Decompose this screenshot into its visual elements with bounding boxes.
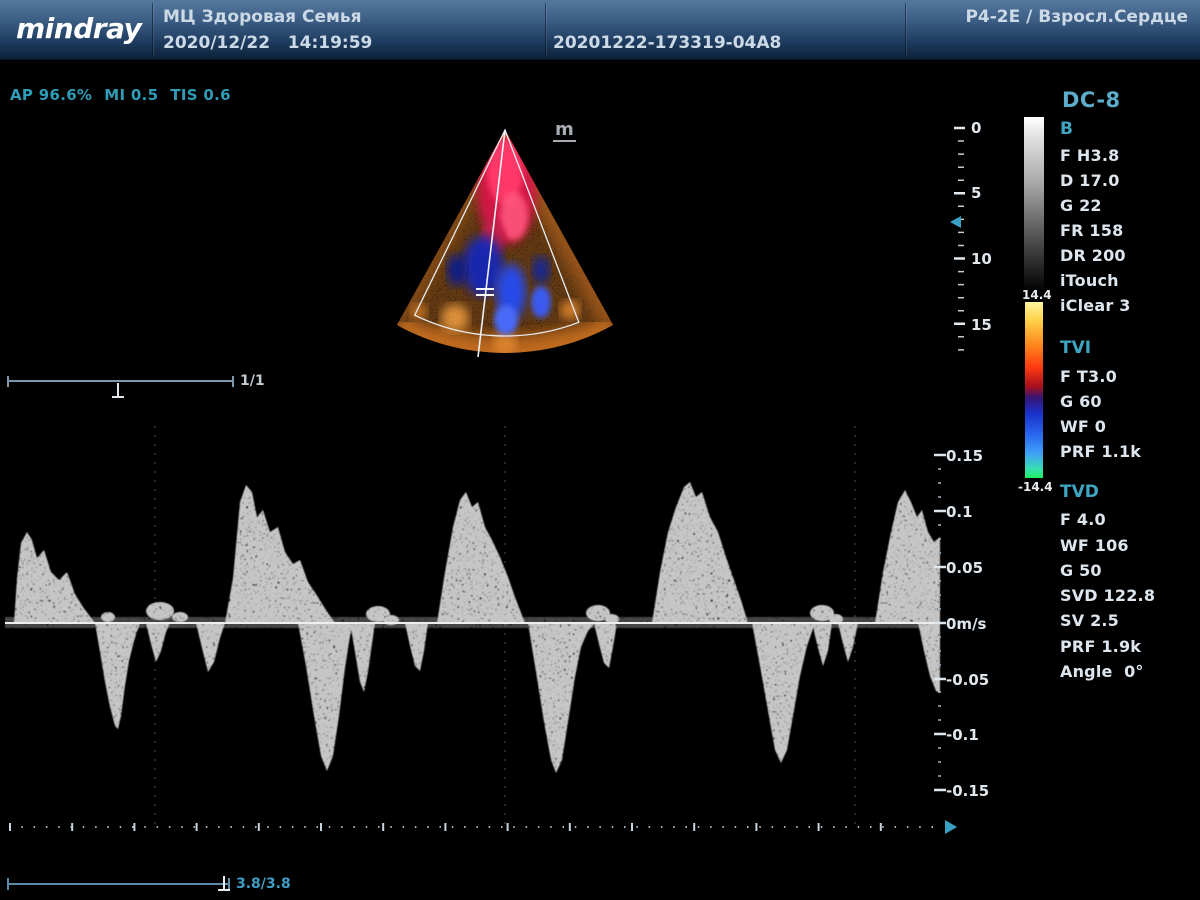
vel-label-01: 0.1 [946, 503, 973, 521]
tvi-scale-max: 14.4 [1022, 288, 1052, 302]
tvd-param-sv: SV 2.5 [1060, 611, 1119, 630]
depth-label-5: 5 [971, 184, 981, 202]
depth-label-10: 10 [971, 250, 992, 268]
exam-datetime: 2020/12/22 14:19:59 [163, 33, 372, 53]
tvd-param-gain: G 50 [1060, 561, 1102, 580]
ultrasound-screen: mindray МЦ Здоровая Семья 2020/12/22 14:… [0, 0, 1200, 900]
b-param-frequency: F H3.8 [1060, 146, 1119, 165]
exam-id: 20201222-173319-04A8 [553, 33, 781, 53]
header-divider [905, 3, 906, 56]
tvd-waveform [5, 482, 940, 773]
tvi-param-frequency: F T3.0 [1060, 367, 1117, 386]
b-param-dynamic-range: DR 200 [1060, 246, 1126, 265]
tvi-param-prf: PRF 1.1k [1060, 442, 1141, 461]
tis-value: TIS 0.6 [170, 86, 231, 104]
depth-label-15: 15 [971, 316, 992, 334]
tvi-color-map-bar [1025, 302, 1043, 478]
tvd-mode-header: TVD [1060, 482, 1099, 502]
vel-label-015: 0.15 [946, 447, 983, 465]
image-cine-position: 1/1 [240, 373, 265, 389]
acoustic-output-status: AP 96.6% MI 0.5 TIS 0.6 [10, 86, 243, 104]
trace-cine-position: 3.8/3.8 [236, 876, 291, 892]
ultrasound-sector-image [355, 118, 665, 366]
tvi-mode-header: TVI [1060, 338, 1091, 358]
probe-preset: P4-2E / Взросл.Сердце [965, 7, 1188, 27]
mi-value: MI 0.5 [104, 86, 158, 104]
time-tick-ruler [5, 816, 965, 840]
clinic-name: МЦ Здоровая Семья [163, 7, 362, 27]
tvi-param-wall-filter: WF 0 [1060, 417, 1106, 436]
depth-label-0: 0 [971, 119, 981, 137]
b-param-gain: G 22 [1060, 196, 1102, 215]
grayscale-map-bar [1024, 117, 1044, 291]
b-param-depth: D 17.0 [1060, 171, 1120, 190]
b-param-iclear: iClear 3 [1060, 296, 1131, 315]
tvd-param-frequency: F 4.0 [1060, 510, 1106, 529]
focus-position-marker [950, 216, 961, 228]
measurement-marker-m: m [553, 121, 576, 142]
b-mode-header: B [1060, 119, 1073, 139]
b-param-itouch: iTouch [1060, 271, 1119, 290]
machine-model-label: DC-8 [1062, 88, 1121, 112]
ap-value: AP 96.6% [10, 86, 92, 104]
b-param-framerate: FR 158 [1060, 221, 1123, 240]
mindray-logo: mindray [16, 12, 141, 45]
vel-label-005: 0.05 [946, 559, 983, 577]
sweep-arrow-icon [945, 820, 957, 834]
vel-label-0: 0m/s [946, 615, 986, 633]
spectral-doppler-trace [0, 420, 950, 832]
vel-label-n01: -0.1 [946, 726, 979, 744]
header-divider [152, 3, 153, 56]
tvi-scale-min: -14.4 [1018, 480, 1053, 494]
header-bar: mindray МЦ Здоровая Семья 2020/12/22 14:… [0, 0, 1200, 60]
vel-label-n005: -0.05 [946, 671, 989, 689]
header-divider [545, 3, 546, 56]
tvd-param-wall-filter: WF 106 [1060, 536, 1129, 555]
tvd-param-prf: PRF 1.9k [1060, 637, 1141, 656]
tvd-param-angle: Angle 0° [1060, 662, 1144, 681]
tvd-param-svd: SVD 122.8 [1060, 586, 1155, 605]
vel-label-n015: -0.15 [946, 782, 989, 800]
tvi-param-gain: G 60 [1060, 392, 1102, 411]
